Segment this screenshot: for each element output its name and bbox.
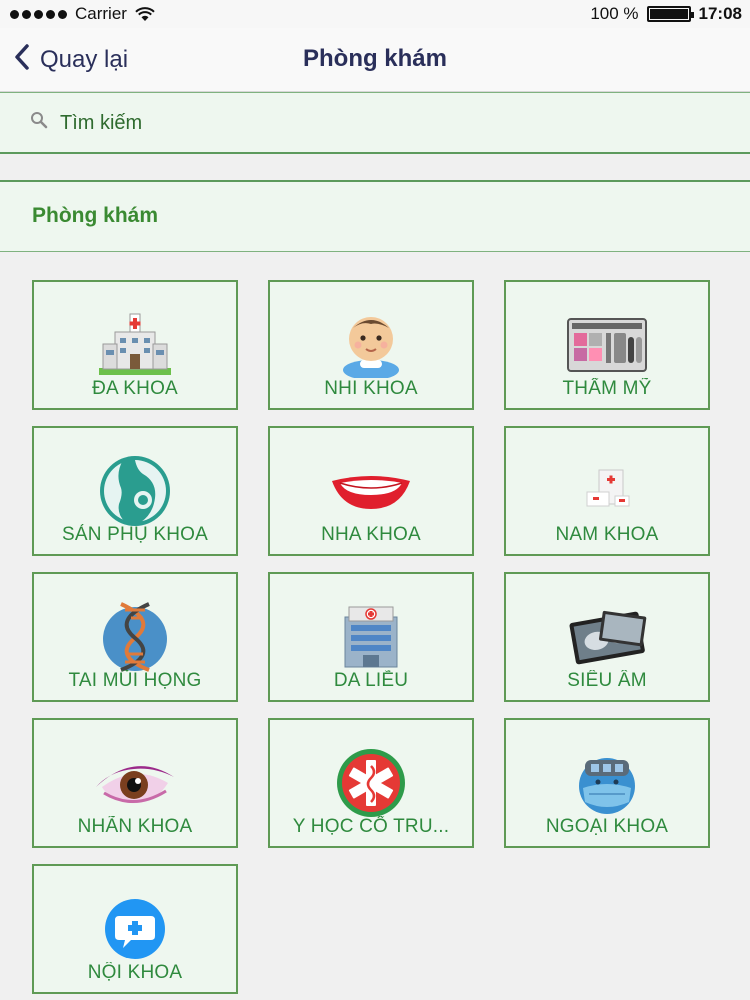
tile-label: NỘI KHOA <box>87 962 183 983</box>
section-header: Phòng khám <box>0 180 750 252</box>
tile-label: NHI KHOA <box>324 378 418 399</box>
clinic-grid: ĐA KHOA NHI KHOA THẨM MỸ SẢN PHỤ KHOA NH… <box>32 280 710 994</box>
star-of-life-icon <box>329 746 413 820</box>
carrier-label: Carrier <box>75 4 127 23</box>
search-input[interactable]: Tìm kiếm <box>30 111 142 135</box>
tile-label: SẢN PHỤ KHOA <box>62 524 208 545</box>
search-icon <box>30 111 48 135</box>
tile-sieu-am[interactable]: SIÊU ÂM <box>504 572 710 702</box>
search-placeholder: Tìm kiếm <box>60 111 143 134</box>
tile-tai-mui-hong[interactable]: TAI MŨI HỌNG <box>32 572 238 702</box>
xray-film-icon <box>565 600 649 674</box>
section-title: Phòng khám <box>32 204 159 227</box>
baby-icon <box>329 308 413 382</box>
carrier-group: Carrier <box>10 4 155 24</box>
navigation-bar: Quay lại Phòng khám <box>0 28 750 92</box>
signal-strength-icon <box>10 9 67 19</box>
clock: 17:08 <box>698 4 742 23</box>
tile-tham-my[interactable]: THẨM MỸ <box>504 280 710 410</box>
tile-label: Y HỌC CỔ TRU... <box>292 816 450 837</box>
status-bar: Carrier 100 % 17:08 <box>0 0 750 28</box>
wifi-icon <box>135 6 155 22</box>
tile-label: TAI MŨI HỌNG <box>68 670 202 691</box>
surgeon-mask-icon <box>565 746 649 820</box>
cosmetics-palette-icon <box>565 308 649 382</box>
hospital-icon <box>93 308 177 382</box>
status-right: 100 % 17:08 <box>590 4 742 24</box>
medical-chat-icon <box>93 892 177 966</box>
tile-label: NAM KHOA <box>555 524 659 545</box>
tile-ngoai-khoa[interactable]: NGOẠI KHOA <box>504 718 710 848</box>
tile-nhan-khoa[interactable]: NHÃN KHOA <box>32 718 238 848</box>
battery-percent: 100 % <box>590 4 639 23</box>
tile-da-lieu[interactable]: DA LIỄU <box>268 572 474 702</box>
clinic-building-icon <box>329 600 413 674</box>
tile-label: NGOẠI KHOA <box>545 816 669 837</box>
tile-label: SIÊU ÂM <box>567 670 647 691</box>
battery-icon <box>646 6 694 22</box>
eye-icon <box>93 746 177 820</box>
smile-teeth-icon <box>329 454 413 528</box>
tile-label: ĐA KHOA <box>92 378 178 399</box>
tile-y-hoc-co-truyen[interactable]: Y HỌC CỔ TRU... <box>268 718 474 848</box>
tile-nha-khoa[interactable]: NHA KHOA <box>268 426 474 556</box>
tile-da-khoa[interactable]: ĐA KHOA <box>32 280 238 410</box>
dna-icon <box>93 600 177 674</box>
medicine-box-icon <box>565 454 649 528</box>
page-title: Phòng khám <box>302 45 447 72</box>
search-bar[interactable]: Tìm kiếm <box>0 92 750 154</box>
tile-label: DA LIỄU <box>333 670 409 691</box>
tile-label: THẨM MỸ <box>562 378 652 399</box>
tile-label: NHA KHOA <box>321 524 421 545</box>
tile-san-phu-khoa[interactable]: SẢN PHỤ KHOA <box>32 426 238 556</box>
tile-nhi-khoa[interactable]: NHI KHOA <box>268 280 474 410</box>
tile-noi-khoa[interactable]: NỘI KHOA <box>32 864 238 994</box>
tile-label: NHÃN KHOA <box>77 816 193 837</box>
tile-nam-khoa[interactable]: NAM KHOA <box>504 426 710 556</box>
pregnancy-icon <box>93 454 177 528</box>
